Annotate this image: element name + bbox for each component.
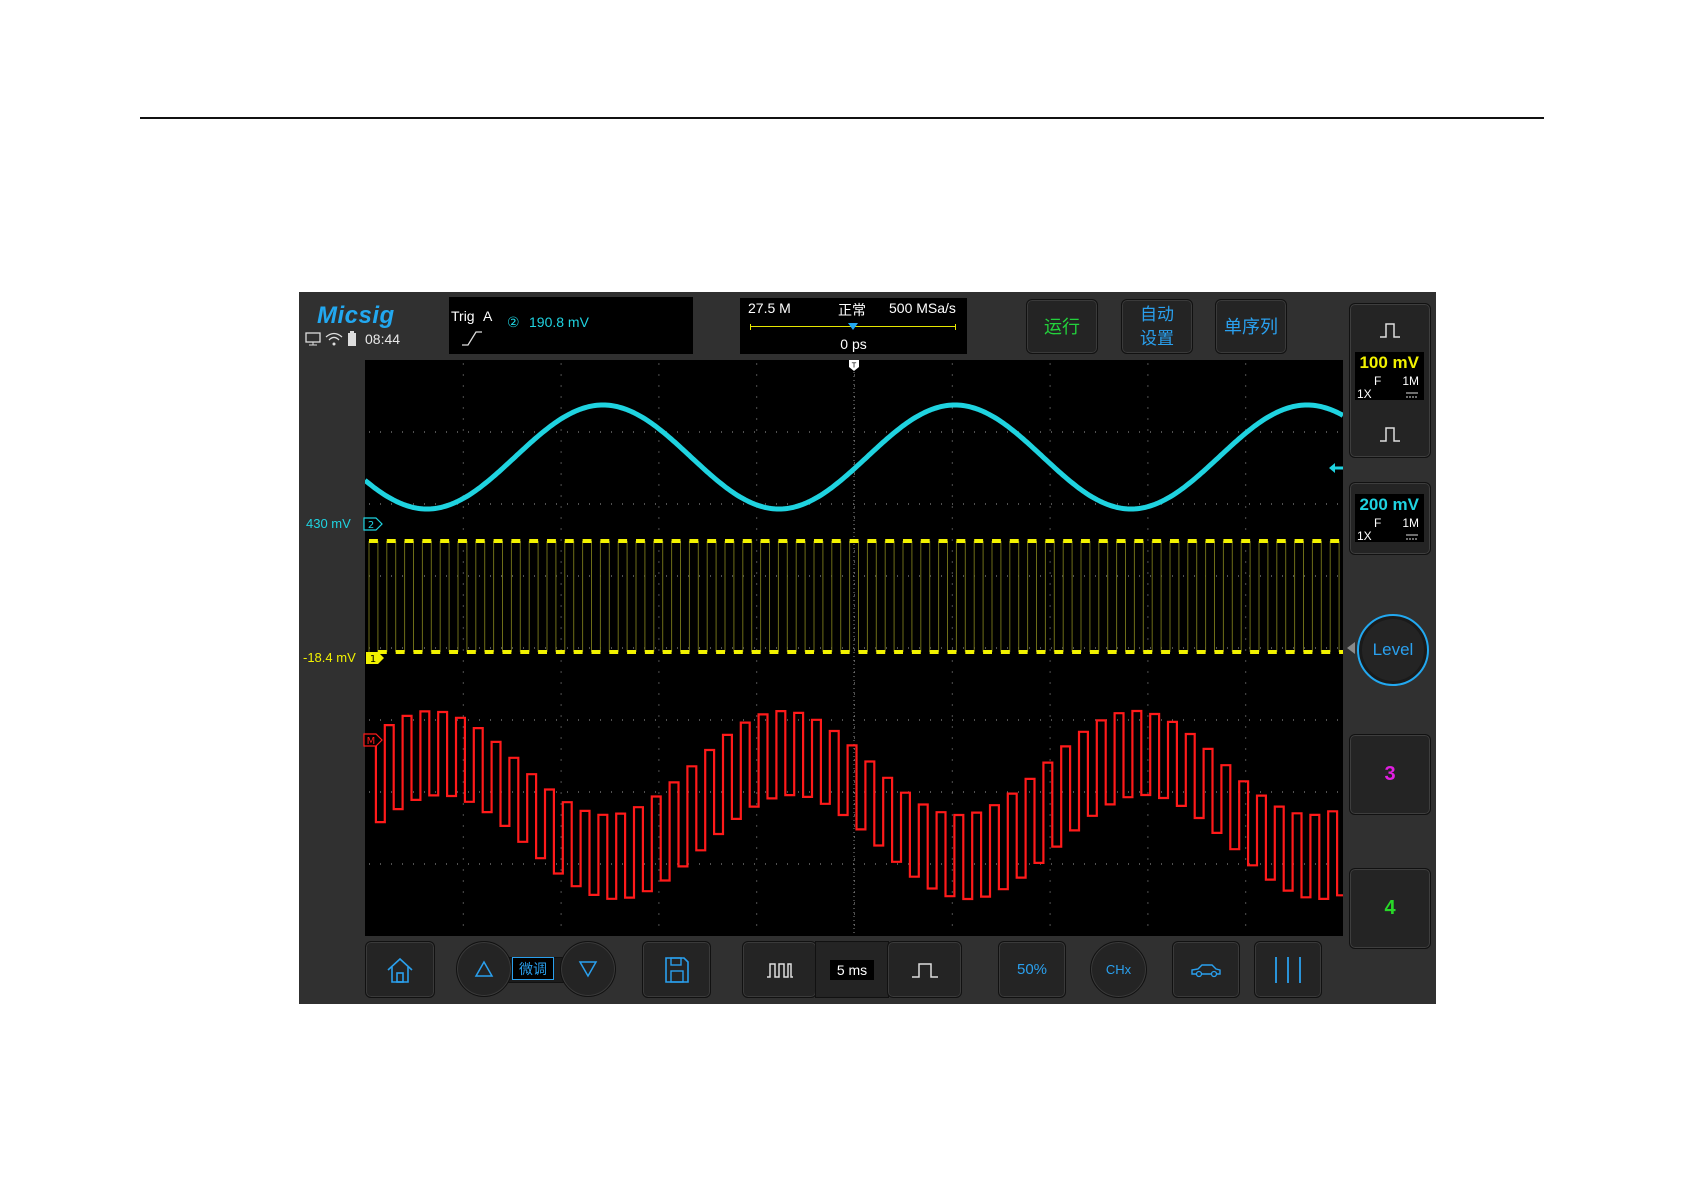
trigger-info-panel[interactable]: Trig A ② 190.8 mV	[449, 297, 693, 354]
fifty-percent-button[interactable]: 50%	[998, 941, 1066, 998]
save-button[interactable]	[642, 941, 711, 998]
ch4-button[interactable]: 4	[1349, 868, 1431, 949]
home-button[interactable]	[365, 941, 435, 998]
ch2-coupling: F	[1374, 516, 1382, 530]
ch2-marker-text: 2	[368, 520, 374, 531]
trigger-position-icon[interactable]: T	[848, 360, 860, 372]
pulse-train-icon	[766, 962, 793, 978]
micsig-logo: Micsig	[317, 302, 395, 329]
waveform-canvas	[363, 360, 1348, 936]
auto-set-label-2: 设置	[1140, 328, 1174, 348]
triangle-down-icon	[578, 961, 598, 978]
page-divider-line	[140, 117, 1544, 119]
timebase-increase-button[interactable]	[742, 941, 817, 998]
ch2-scale: 200 mV	[1359, 495, 1419, 514]
timebase-display[interactable]: 5 ms	[815, 941, 889, 998]
pulse-icon	[1380, 427, 1400, 442]
ch1-offset-marker[interactable]: 1	[365, 651, 385, 665]
status-bar: 08:44	[305, 331, 400, 347]
run-stop-button[interactable]: 运行	[1026, 299, 1098, 354]
ch1-waveform	[368, 539, 1348, 654]
math-marker-text: M	[367, 736, 376, 747]
oscilloscope-screen: Micsig 08:44 Trig A ② 190.8 mV 27.5 M 正常…	[299, 292, 1436, 1004]
ch1-scale-box[interactable]: 100 mV F 1M 1X	[1355, 352, 1424, 401]
math-offset-marker[interactable]: M	[363, 733, 383, 747]
timebase-decrease-button[interactable]	[887, 941, 962, 998]
memory-position-bar[interactable]	[750, 323, 956, 330]
waveform-display[interactable]: T	[363, 360, 1348, 936]
timebase-header[interactable]: 27.5 M 正常 500 MSa/s 0 ps	[740, 298, 967, 354]
ch2-scale-box[interactable]: 200 mV F 1M 1X	[1355, 494, 1424, 543]
trigger-level-arrow-icon[interactable]	[1329, 462, 1343, 474]
ch1-probe: 1X	[1357, 387, 1372, 401]
ch2-offset-marker[interactable]: 2	[363, 517, 383, 531]
position-marker-icon	[848, 323, 858, 330]
memory-depth: 27.5 M	[748, 300, 791, 316]
sample-rate: 500 MSa/s	[889, 300, 956, 316]
automotive-button[interactable]	[1172, 941, 1240, 998]
fine-toggle[interactable]: 微调	[512, 957, 554, 980]
home-icon	[387, 957, 413, 983]
save-icon	[664, 956, 689, 983]
auto-set-button[interactable]: 自动 设置	[1121, 299, 1193, 354]
trigger-mode: A	[483, 308, 493, 324]
ch1-panel[interactable]: 100 mV F 1M 1X	[1349, 303, 1431, 458]
ch2-offset-label: 430 mV	[306, 516, 351, 531]
pulse-icon	[1380, 323, 1400, 338]
ch2-probe: 1X	[1357, 529, 1372, 543]
rising-edge-icon	[462, 331, 482, 346]
ch1-scale: 100 mV	[1359, 353, 1419, 372]
trigger-source: ②	[507, 314, 520, 330]
ch2-panel[interactable]: 200 mV F 1M 1X	[1349, 482, 1431, 555]
clock: 08:44	[365, 331, 401, 347]
ch1-offset-label: -18.4 mV	[303, 650, 356, 665]
timebase-control: 5 ms	[742, 941, 962, 998]
ch3-button[interactable]: 3	[1349, 734, 1431, 815]
car-icon	[1191, 963, 1221, 977]
level-pointer-icon	[1347, 642, 1355, 654]
ch1-coupling: F	[1374, 374, 1382, 388]
cursor-lines-icon	[1275, 956, 1301, 983]
ch1-marker-text: 1	[370, 654, 376, 665]
monitor-icon	[305, 332, 321, 346]
ch2-impedance: 1M	[1402, 516, 1419, 530]
cursor-button[interactable]	[1254, 941, 1322, 998]
channel-select-button[interactable]: CHx	[1090, 941, 1147, 998]
dc-coupling-icon	[1406, 392, 1418, 398]
fine-adjust-group: 微调	[456, 941, 616, 997]
timebase-value: 5 ms	[829, 959, 875, 980]
acquire-mode: 正常	[838, 302, 866, 318]
auto-set-label-1: 自动	[1140, 304, 1174, 324]
math-waveform	[367, 709, 1346, 901]
svg-text:T: T	[851, 362, 857, 370]
triangle-up-icon	[474, 960, 494, 977]
horizontal-delay: 0 ps	[840, 336, 867, 352]
increase-button[interactable]	[456, 941, 512, 997]
battery-icon	[348, 331, 356, 346]
decrease-button[interactable]	[560, 941, 616, 997]
pulse-icon	[911, 962, 938, 978]
wifi-icon	[325, 332, 343, 346]
trigger-level-knob[interactable]: Level	[1357, 614, 1429, 686]
dc-coupling-icon	[1406, 534, 1418, 540]
ch1-impedance: 1M	[1402, 374, 1419, 388]
single-sequence-button[interactable]: 单序列	[1215, 299, 1287, 354]
trigger-level: 190.8 mV	[529, 314, 589, 330]
trigger-label: Trig	[451, 308, 475, 324]
